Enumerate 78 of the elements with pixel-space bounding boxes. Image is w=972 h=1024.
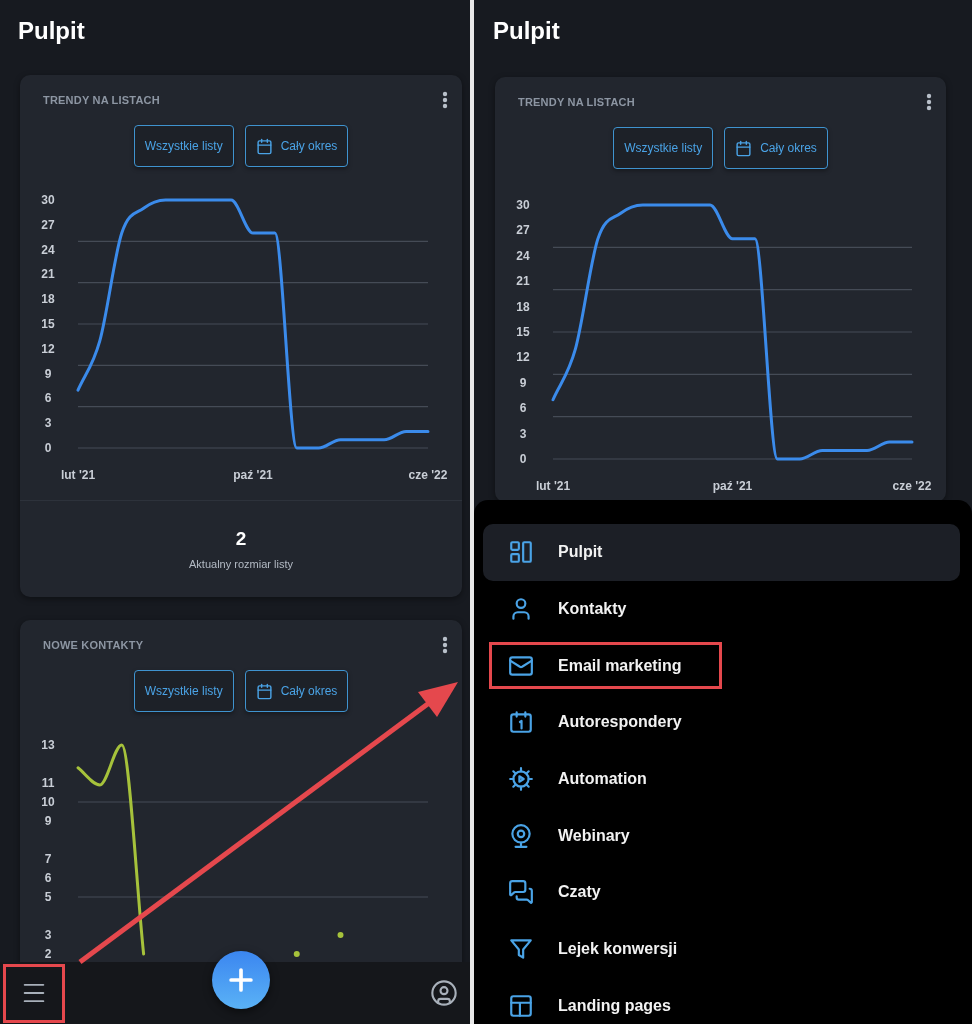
webcam-icon xyxy=(508,822,534,849)
gear-icon xyxy=(508,766,534,793)
menu-item[interactable]: Webinary xyxy=(483,807,960,865)
stat-caption: Aktualny rozmiar listy xyxy=(189,558,293,570)
menu-item[interactable]: Landing pages xyxy=(483,977,960,1024)
axis-label: 18 xyxy=(41,292,55,307)
page-title: Pulpit xyxy=(493,17,560,45)
card-title: TRENDY NA LISTACH xyxy=(43,94,160,106)
filter-button[interactable]: Cały okres xyxy=(724,127,828,169)
card-title: NOWE KONTAKTY xyxy=(43,639,144,651)
menu-item[interactable]: Kontakty xyxy=(483,580,960,638)
menu-item[interactable]: Email marketing xyxy=(483,637,960,695)
filter-button[interactable]: Cały okres xyxy=(244,670,349,712)
layout-icon xyxy=(508,992,534,1019)
axis-label: 0 xyxy=(519,452,527,466)
axis-label: cze '22 xyxy=(408,468,448,482)
menu-item[interactable]: Automation xyxy=(483,750,960,808)
axis-label: cze '22 xyxy=(892,479,932,493)
user-icon xyxy=(430,979,458,1007)
axis-label: 11 xyxy=(41,776,55,790)
axis-label: 6 xyxy=(44,871,52,885)
more-button[interactable] xyxy=(442,636,448,654)
axis-label: lut '21 xyxy=(60,468,96,482)
axis-label: 2 xyxy=(44,947,52,961)
axis-label: 13 xyxy=(41,738,55,752)
more-icon xyxy=(442,91,448,109)
axis-label: lut '21 xyxy=(535,479,571,493)
axis-label: 3 xyxy=(44,416,52,431)
axis-label: 21 xyxy=(41,267,55,282)
axis-label: 24 xyxy=(41,242,55,257)
axis-label: 15 xyxy=(516,325,530,339)
axis-label: 0 xyxy=(44,441,52,455)
axis-label: 9 xyxy=(519,375,527,390)
chat-icon xyxy=(508,879,534,906)
axis-label: 12 xyxy=(516,350,530,365)
more-button[interactable] xyxy=(926,93,932,111)
filter-button[interactable]: Cały okres xyxy=(244,125,349,167)
axis-label: 21 xyxy=(516,274,530,289)
axis-label: 27 xyxy=(516,223,530,238)
add-button[interactable] xyxy=(212,951,270,1009)
filter-button[interactable]: Wszystkie listy xyxy=(613,127,714,169)
dashboard-icon xyxy=(508,539,534,566)
menu-item[interactable]: Lejek konwersji xyxy=(483,920,960,978)
axis-label: 18 xyxy=(516,299,530,314)
more-icon xyxy=(442,636,448,654)
profile-button[interactable] xyxy=(430,979,458,1007)
card-title: TRENDY NA LISTACH xyxy=(518,96,635,108)
axis-label: 3 xyxy=(519,426,527,441)
calendar-icon xyxy=(508,709,534,736)
axis-label: 5 xyxy=(44,890,52,904)
stat-value: 2 xyxy=(235,528,247,550)
axis-label: 27 xyxy=(41,217,55,232)
axis-label: paź '21 xyxy=(712,479,753,493)
axis-label: 10 xyxy=(41,795,55,809)
calendar-icon xyxy=(255,682,273,700)
calendar-icon xyxy=(255,137,273,155)
axis-label: 9 xyxy=(44,366,52,381)
filter-button[interactable]: Wszystkie listy xyxy=(133,125,234,167)
axis-label: 30 xyxy=(516,198,530,212)
menu-item[interactable]: Czaty xyxy=(483,864,960,921)
filter-button[interactable]: Wszystkie listy xyxy=(133,670,234,712)
axis-label: 7 xyxy=(44,852,52,866)
axis-label: 3 xyxy=(44,928,52,942)
more-icon xyxy=(926,93,932,111)
axis-label: 12 xyxy=(41,341,55,356)
page-title: Pulpit xyxy=(18,17,85,45)
axis-label: paź '21 xyxy=(233,468,273,482)
more-button[interactable] xyxy=(442,91,448,109)
axis-label: 24 xyxy=(516,248,530,263)
axis-label: 6 xyxy=(44,391,52,406)
axis-label: 9 xyxy=(44,814,52,828)
menu-item[interactable]: Autorespondery xyxy=(483,694,960,751)
axis-label: 6 xyxy=(519,401,527,416)
menu-button[interactable] xyxy=(3,963,65,1023)
menu-item[interactable]: Pulpit xyxy=(483,524,960,581)
axis-label: 30 xyxy=(41,193,55,207)
axis-label: 15 xyxy=(41,317,55,331)
calendar-icon xyxy=(735,139,753,157)
